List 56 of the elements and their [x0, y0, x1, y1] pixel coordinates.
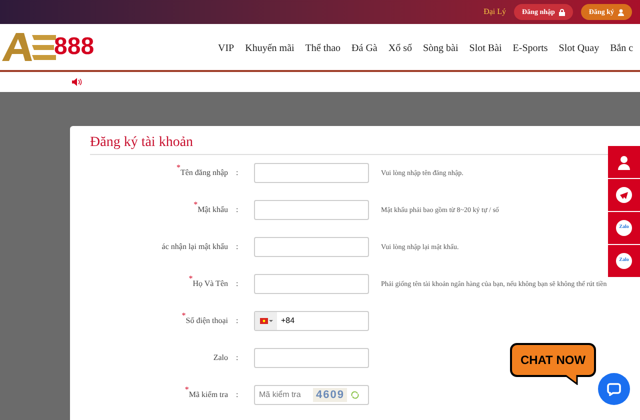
- required-mark: *: [182, 312, 186, 320]
- user-icon: [618, 8, 624, 16]
- required-mark: *: [184, 386, 189, 394]
- required-mark: *: [176, 164, 180, 172]
- input-field[interactable]: [254, 163, 369, 183]
- label-colon: :: [236, 389, 238, 401]
- field-label: Zalo: [213, 352, 228, 364]
- nav-link[interactable]: Bắn c: [610, 41, 634, 56]
- input-field[interactable]: [254, 348, 369, 368]
- captcha-input[interactable]: Mã kiểm tra: [259, 389, 309, 401]
- nav-link[interactable]: Thể thao: [305, 41, 341, 56]
- caret-icon: [268, 320, 272, 322]
- captcha-image: 4609: [313, 388, 348, 402]
- refresh-icon[interactable]: [351, 391, 360, 399]
- nav-link[interactable]: Xổ số: [388, 41, 412, 56]
- chat-bubble-icon: [607, 382, 621, 396]
- field-label: Mật khẩu: [198, 205, 228, 216]
- country-selector[interactable]: [255, 312, 277, 330]
- label-colon: :: [236, 241, 238, 253]
- field-label: Mã kiểm tra: [188, 390, 228, 401]
- nav-link[interactable]: E-Sports: [512, 41, 548, 56]
- label-colon: :: [236, 278, 238, 290]
- required-mark: *: [188, 275, 193, 283]
- support-agent-icon: [616, 154, 632, 170]
- phone-input[interactable]: +84: [277, 315, 368, 327]
- chat-now-bubble[interactable]: CHAT NOW: [510, 343, 596, 377]
- label-colon: :: [236, 204, 238, 216]
- nav-link[interactable]: Sòng bài: [423, 41, 458, 56]
- field-label: Tên đăng nhập: [180, 168, 228, 179]
- nav-link[interactable]: VIP: [218, 41, 234, 56]
- nav-link[interactable]: Slot Quay: [558, 41, 600, 56]
- lock-icon: [558, 8, 565, 16]
- input-field[interactable]: [254, 274, 369, 294]
- form-title: Đăng ký tài khoản: [90, 134, 194, 152]
- nav-link[interactable]: Đá Gà: [352, 41, 378, 56]
- side-contact-button[interactable]: [608, 179, 640, 211]
- field-label: ác nhận lại mật khẩu: [162, 241, 228, 253]
- nav-link[interactable]: Slot Bài: [469, 41, 502, 56]
- label-colon: :: [236, 167, 238, 179]
- logo-emblem-icon: [2, 33, 56, 61]
- label-colon: :: [236, 315, 238, 327]
- field-label: Họ Và Tên: [192, 279, 228, 290]
- nav-link[interactable]: Khuyến mãi: [245, 41, 294, 56]
- label-colon: :: [236, 352, 238, 364]
- flag-icon: [260, 318, 268, 324]
- agent-link[interactable]: Đại Lý: [484, 6, 506, 18]
- logo-text: 888: [54, 35, 94, 59]
- side-contact-button[interactable]: [608, 146, 640, 178]
- required-mark: *: [194, 201, 198, 209]
- speaker-icon: [72, 78, 82, 86]
- input-field[interactable]: [254, 200, 369, 220]
- phone-field[interactable]: +84: [254, 311, 369, 331]
- input-field[interactable]: [254, 237, 369, 257]
- field-label: Số điện thoại: [186, 316, 228, 327]
- bubble-tail-icon: [565, 375, 579, 385]
- paper-plane-icon: [616, 187, 632, 203]
